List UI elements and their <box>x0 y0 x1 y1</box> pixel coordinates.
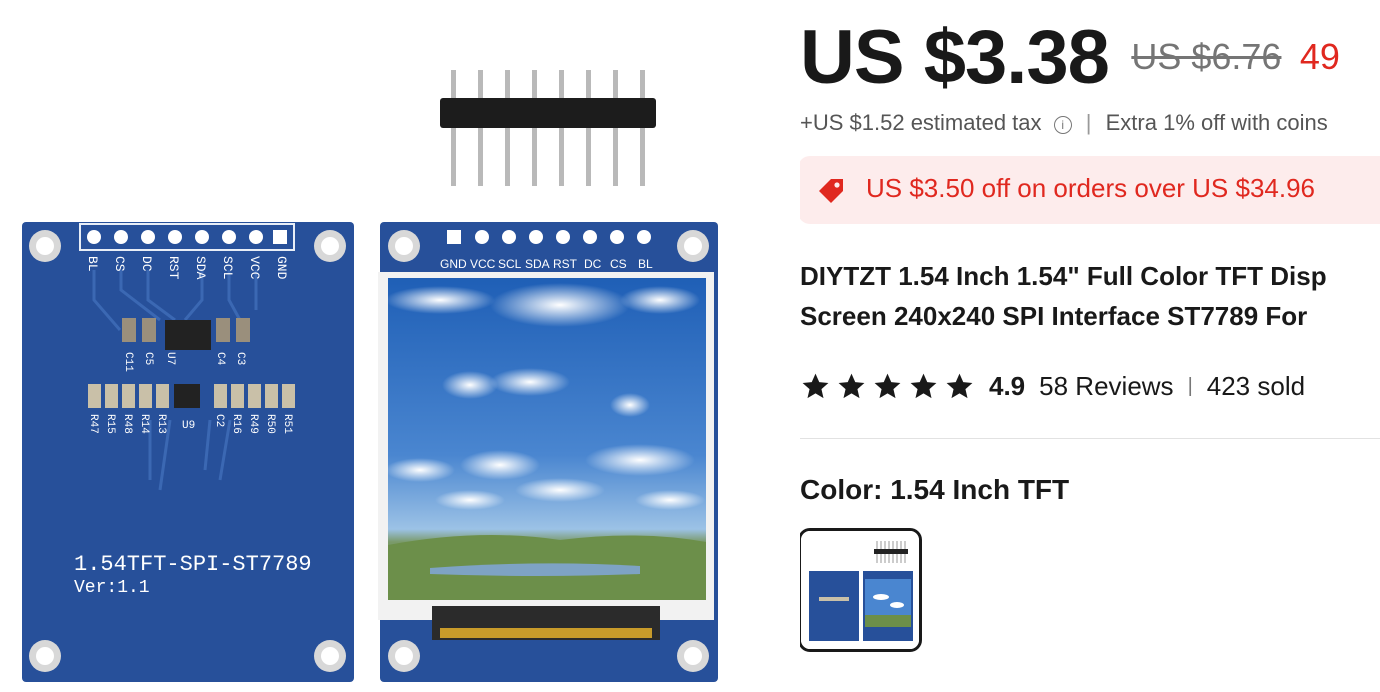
component-label: U7 <box>164 352 176 365</box>
variant-label: Color: 1.54 Inch TFT <box>800 474 1070 505</box>
component-label: R15 <box>104 414 116 434</box>
front-pin-label: VCC <box>470 257 496 271</box>
front-pin-label: RST <box>553 257 578 271</box>
back-pin-label: RST <box>166 256 181 280</box>
component-label: C5 <box>142 352 154 365</box>
component-label: R47 <box>87 414 99 434</box>
tax-separator: | <box>1085 110 1092 135</box>
product-title: DIYTZT 1.54 Inch 1.54" Full Color TFT Di… <box>800 256 1380 336</box>
silkscreen-model: 1.54TFT-SPI-ST7789 <box>74 552 312 577</box>
front-pin-label: SDA <box>525 257 550 271</box>
back-pin-label: VCC <box>247 256 262 280</box>
front-pin-label: CS <box>610 257 627 271</box>
back-pin-label: BL <box>85 256 100 272</box>
tax-row: +US $1.52 estimated tax i | Extra 1% off… <box>800 110 1328 136</box>
product-title-line1: DIYTZT 1.54 Inch 1.54" Full Color TFT Di… <box>800 261 1327 291</box>
pcb-front <box>378 222 718 682</box>
discount-percent: 49 <box>1299 36 1340 77</box>
variant-thumbnail <box>801 531 919 649</box>
tax-note: +US $1.52 estimated tax <box>800 110 1042 135</box>
component-label: R51 <box>281 414 293 434</box>
reviews-link[interactable]: 58 Reviews <box>1039 371 1173 402</box>
component-label: R48 <box>121 414 133 434</box>
back-pin-label: SDA <box>193 256 208 280</box>
component-label: R16 <box>230 414 242 434</box>
pcb-back <box>22 222 354 682</box>
front-pin-label: GND <box>440 257 467 271</box>
component-label: C3 <box>234 352 246 365</box>
price-row: US $3.38 US $6.76 49 <box>800 14 1340 101</box>
front-pin-label: SCL <box>498 257 522 271</box>
rating-separator: | <box>1187 374 1193 397</box>
back-pin-label: DC <box>139 256 154 272</box>
silkscreen-version: Ver:1.1 <box>74 578 150 598</box>
star-icon <box>946 373 973 398</box>
tag-icon <box>819 179 843 203</box>
front-pin-label: DC <box>584 257 602 271</box>
front-pin-label: BL <box>638 257 653 271</box>
pin-header <box>440 70 656 186</box>
coins-note[interactable]: Extra 1% off with coins <box>1106 110 1328 135</box>
back-pin-label: SCL <box>220 256 235 279</box>
component-label: U9 <box>182 420 195 432</box>
info-icon[interactable]: i <box>1053 116 1072 134</box>
original-price: US $6.76 <box>1131 36 1282 77</box>
sold-count: 423 sold <box>1206 370 1306 401</box>
component-label: R13 <box>155 414 167 434</box>
component-label: C2 <box>213 414 225 427</box>
back-pin-label: GND <box>274 256 289 280</box>
star-icon <box>874 373 901 398</box>
back-pin-label: CS <box>112 256 127 272</box>
variant-swatch-selected[interactable] <box>800 528 922 652</box>
current-price: US $3.38 <box>800 15 1110 100</box>
component-label: R50 <box>264 414 276 434</box>
component-label: C11 <box>122 352 134 372</box>
component-label: R49 <box>247 414 259 434</box>
star-icon <box>802 373 829 398</box>
product-image[interactable]: BL CS DC RST SDA SCL VCC GND GND VCC SCL SDA RST DC C… <box>0 0 760 692</box>
star-rating <box>800 371 975 402</box>
coupon-banner[interactable]: US $3.50 off on orders over US $34.96 <box>800 156 1380 224</box>
component-label: C4 <box>214 352 226 366</box>
product-title-line2: Screen 240x240 SPI Interface ST7789 For <box>800 301 1308 331</box>
rating-score: 4.9 <box>989 370 1026 401</box>
rating-row: 4.9 58 Reviews | 423 sold <box>800 366 1305 406</box>
product-info: US $3.38 US $6.76 49 +US $1.52 estimated… <box>800 0 1380 692</box>
star-icon <box>838 373 865 398</box>
star-icon <box>910 373 937 398</box>
component-label: R14 <box>138 414 150 434</box>
divider <box>800 438 1380 439</box>
coupon-text: US $3.50 off on orders over US $34.96 <box>866 173 1316 203</box>
